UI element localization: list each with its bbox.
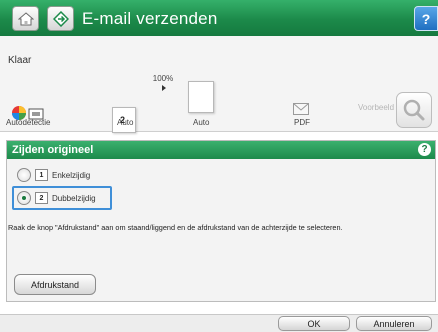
page-title: E-mail verzenden [82, 9, 218, 28]
choice-simplex-label: Enkelzijdig [52, 170, 91, 180]
home-icon [17, 11, 34, 25]
scale-arrow-icon [162, 85, 166, 91]
ok-button[interactable]: OK [278, 316, 350, 331]
magnifier-icon [403, 99, 425, 121]
filetype-option-label: PDF [294, 118, 310, 127]
panel-help-icon[interactable]: ? [418, 143, 431, 156]
scale-option-label: Auto [193, 118, 210, 127]
panel-title: Zijden origineel [12, 144, 94, 156]
scale-option[interactable] [188, 81, 214, 113]
cancel-button[interactable]: Annuleren [356, 316, 432, 331]
simplex-page-icon: 1 [35, 169, 48, 181]
orientation-button[interactable]: Afdrukstand [14, 274, 96, 295]
email-send-icon [47, 6, 74, 31]
envelope-icon [293, 103, 309, 115]
choice-simplex[interactable]: 1 Enkelzijdig [7, 163, 435, 187]
home-button[interactable] [12, 6, 39, 31]
help-button[interactable]: ? [414, 6, 438, 31]
color-option-label: Autodetectie [6, 118, 51, 127]
preview-button[interactable] [396, 92, 432, 128]
panel-description: Raak de knop "Afdrukstand" aan om staand… [8, 223, 343, 232]
radio-simplex[interactable] [17, 168, 31, 182]
panel-header: Zijden origineel ? [7, 141, 435, 159]
choice-duplex-label: Dubbelzijdig [52, 193, 96, 203]
status-text: Klaar [8, 55, 32, 66]
options-area [0, 36, 438, 132]
choice-duplex[interactable]: 2 Dubbelzijdig [7, 186, 435, 210]
radio-duplex[interactable] [17, 191, 31, 205]
sides-option-label: Auto [117, 118, 134, 127]
preview-label: Voorbeeld [358, 103, 395, 112]
duplex-page-icon: 2 [35, 192, 48, 204]
filetype-option[interactable] [290, 101, 312, 117]
help-icon: ? [421, 10, 431, 27]
scale-percent: 100% [152, 74, 174, 83]
